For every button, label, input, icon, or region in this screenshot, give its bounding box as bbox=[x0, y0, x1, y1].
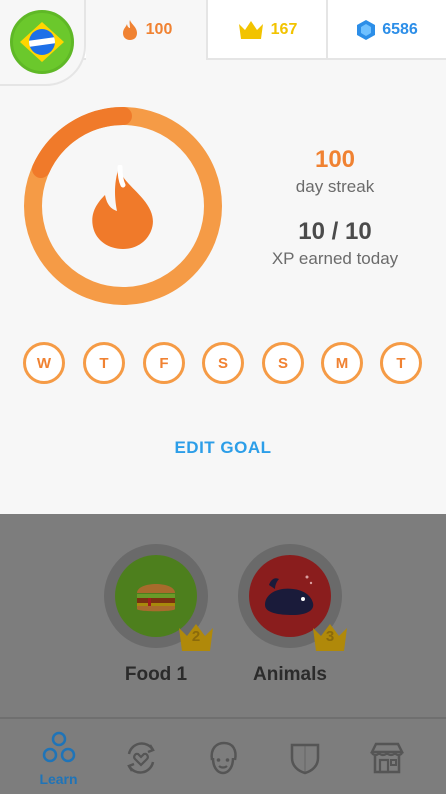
bottom-nav: Learn bbox=[0, 717, 446, 794]
day-monday: M bbox=[321, 342, 363, 384]
nav-profile[interactable] bbox=[178, 719, 267, 794]
day-friday: F bbox=[143, 342, 185, 384]
xp-label: XP earned today bbox=[271, 249, 399, 268]
streak-label: day streak bbox=[295, 177, 375, 196]
skill-food-1[interactable]: 2 Food 1 bbox=[104, 544, 213, 686]
practice-heart-icon bbox=[126, 741, 155, 774]
day-sunday: S bbox=[262, 342, 304, 384]
crowns-count: 167 bbox=[270, 21, 298, 38]
day-wednesday: W bbox=[23, 342, 65, 384]
streak-panel: 100 day streak 10 / 10 XP earned today W… bbox=[0, 60, 446, 514]
streak-flame-icon bbox=[92, 165, 153, 249]
gems-stat[interactable]: 6586 bbox=[326, 0, 446, 60]
nav-learn[interactable]: Learn bbox=[14, 719, 103, 794]
day-tuesday: T bbox=[380, 342, 422, 384]
gems-count: 6586 bbox=[382, 21, 418, 38]
crown-level-badge: 2 bbox=[176, 620, 216, 654]
language-tab[interactable] bbox=[0, 0, 86, 86]
streak-count: 100 bbox=[145, 21, 173, 38]
day-saturday: S bbox=[202, 342, 244, 384]
nav-shop[interactable] bbox=[342, 719, 431, 794]
crowns-stat[interactable]: 167 bbox=[206, 0, 326, 60]
brazil-flag-icon bbox=[10, 10, 74, 74]
learn-icon bbox=[42, 731, 75, 762]
crown-level-badge: 3 bbox=[310, 620, 350, 654]
streak-stat[interactable]: 100 bbox=[86, 0, 206, 60]
skill-animals[interactable]: 3 Animals bbox=[238, 544, 347, 686]
league-shield-icon bbox=[290, 743, 319, 774]
shop-icon bbox=[369, 742, 404, 773]
edit-goal-button[interactable]: EDIT GOAL bbox=[0, 438, 446, 458]
skill-ring: 3 bbox=[238, 544, 347, 651]
nav-practice[interactable] bbox=[96, 719, 185, 794]
skill-name: Food 1 bbox=[124, 664, 188, 685]
nav-leagues[interactable] bbox=[260, 719, 349, 794]
xp-progress: 10 / 10 bbox=[298, 218, 372, 245]
skill-ring: 2 bbox=[104, 544, 213, 651]
skills-area: 2 Food 1 3 Animals bbox=[0, 514, 446, 717]
profile-face-icon bbox=[209, 741, 237, 774]
week-days: W T F S S M T bbox=[0, 342, 446, 386]
nav-learn-label: Learn bbox=[39, 770, 78, 787]
day-thursday: T bbox=[83, 342, 125, 384]
crown-icon bbox=[238, 21, 263, 39]
crown-level: 3 bbox=[325, 628, 335, 645]
streak-number: 100 bbox=[314, 146, 356, 173]
skill-name: Animals bbox=[253, 664, 327, 685]
crown-level: 2 bbox=[191, 628, 201, 645]
flame-icon bbox=[122, 20, 137, 40]
gem-icon bbox=[357, 20, 376, 40]
